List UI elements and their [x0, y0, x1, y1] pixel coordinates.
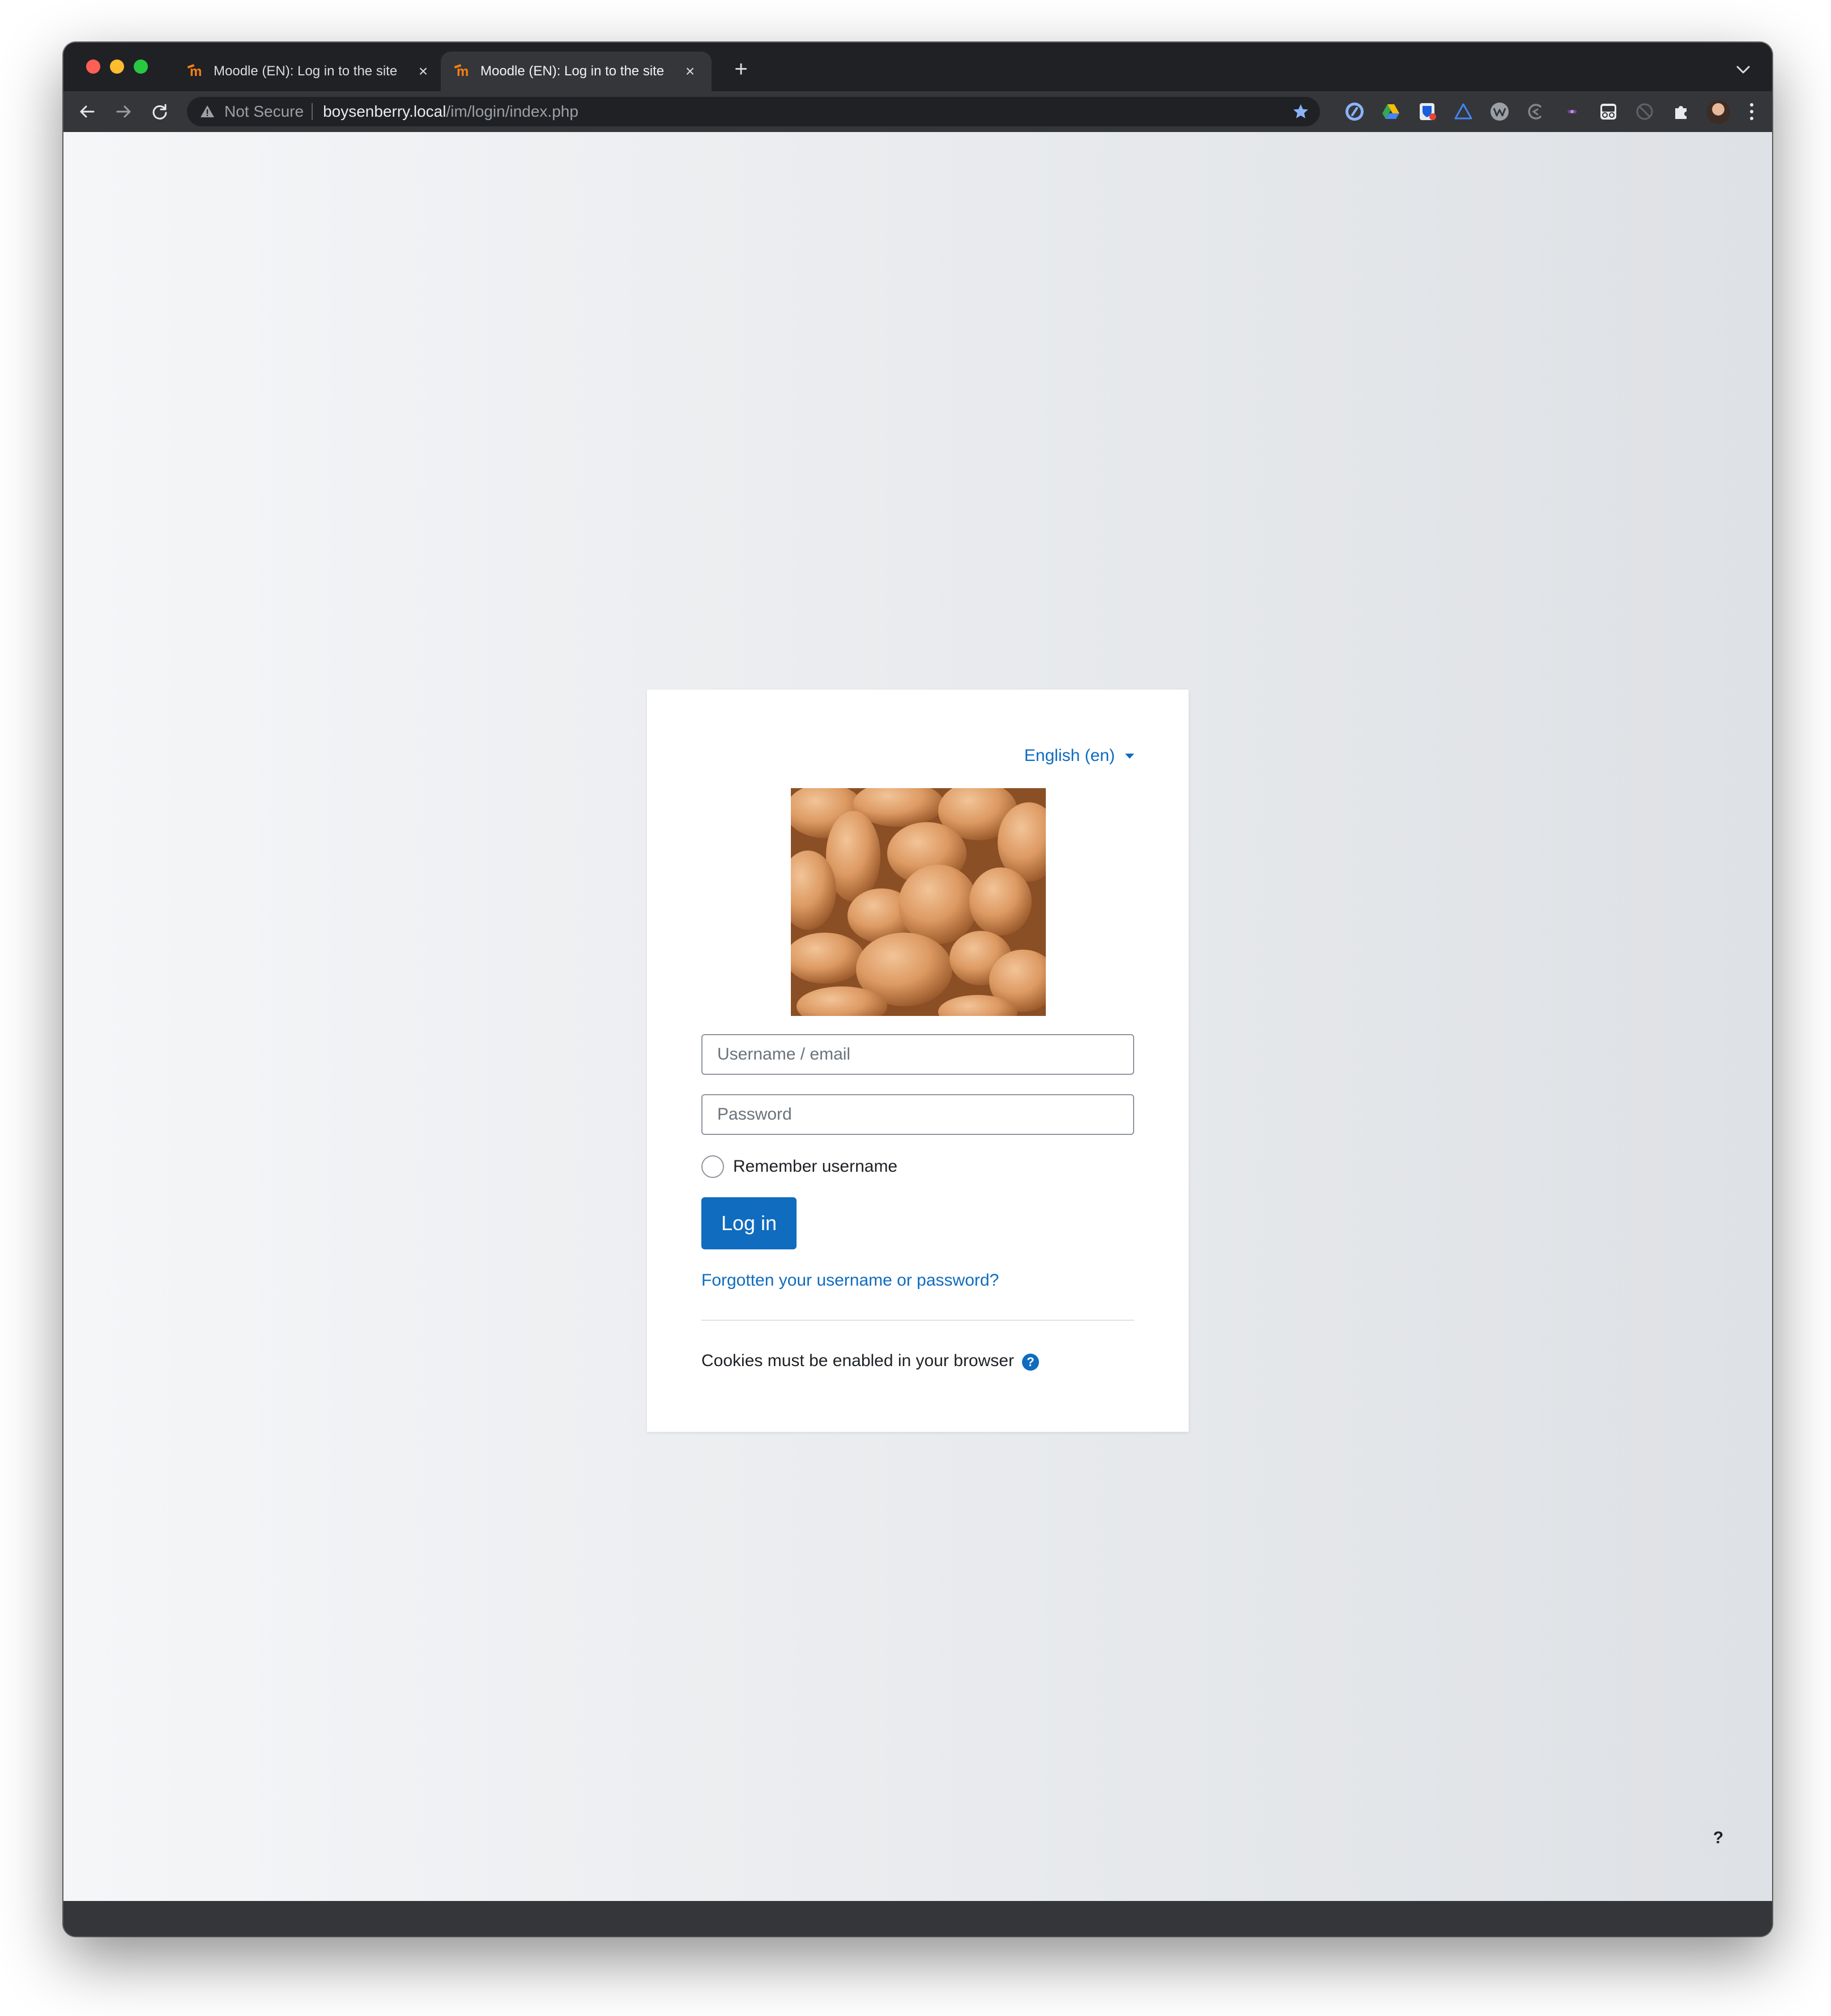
profile-avatar[interactable]: [1706, 100, 1730, 124]
warning-icon: [201, 105, 214, 117]
cookies-notice-text: Cookies must be enabled in your browser: [701, 1351, 1014, 1370]
password-placeholder: Password: [717, 1105, 792, 1124]
cookies-notice: Cookies must be enabled in your browser …: [701, 1351, 1039, 1371]
1password-icon[interactable]: [1344, 101, 1365, 122]
browser-menu-icon[interactable]: [1745, 101, 1758, 122]
close-window-button[interactable]: [86, 59, 100, 74]
google-drive-icon[interactable]: [1381, 101, 1401, 122]
address-separator: [312, 103, 313, 120]
moodle-favicon-icon: m: [454, 64, 471, 79]
triangle-extension-icon[interactable]: [1453, 101, 1474, 122]
close-tab-icon[interactable]: ×: [682, 63, 698, 79]
url-host: boysenberry.local: [323, 103, 446, 120]
forward-button[interactable]: [112, 100, 135, 123]
wappalyzer-icon[interactable]: [1489, 101, 1510, 122]
minimize-window-button[interactable]: [110, 59, 124, 74]
login-button[interactable]: Log in: [701, 1197, 797, 1249]
browser-tab-active[interactable]: m Moodle (EN): Log in to the site ×: [441, 52, 712, 91]
grammar-extension-icon[interactable]: [1526, 101, 1546, 122]
help-button[interactable]: ?: [1697, 1817, 1739, 1859]
glasses-extension-icon[interactable]: [1598, 101, 1619, 122]
forward-arrow-icon: [116, 105, 131, 118]
remember-username-row[interactable]: Remember username: [701, 1155, 897, 1178]
bitwarden-icon[interactable]: [1417, 101, 1437, 122]
reload-icon: [152, 104, 167, 120]
forgot-password-link[interactable]: Forgotten your username or password?: [701, 1271, 999, 1290]
page-viewport: English (en) Username / email Password R…: [63, 132, 1772, 1901]
browser-window: m Moodle (EN): Log in to the site × m Mo…: [63, 42, 1772, 1936]
address-bar[interactable]: Not Secure boysenberry.local/im/login/in…: [187, 97, 1320, 126]
window-bottom-bar: [63, 1901, 1772, 1936]
new-tab-button[interactable]: +: [730, 58, 752, 81]
back-arrow-icon: [80, 105, 95, 118]
tab-search-chevron-icon[interactable]: [1735, 63, 1752, 76]
close-tab-icon[interactable]: ×: [415, 63, 431, 79]
login-card: English (en) Username / email Password R…: [647, 690, 1189, 1432]
remember-username-checkbox[interactable]: [701, 1155, 724, 1178]
username-input[interactable]: Username / email: [701, 1034, 1134, 1075]
tab-title: Moodle (EN): Log in to the site: [480, 63, 665, 79]
tab-strip: m Moodle (EN): Log in to the site × m Mo…: [63, 42, 1772, 91]
browser-tab[interactable]: m Moodle (EN): Log in to the site ×: [174, 52, 445, 91]
site-logo: [791, 788, 1046, 1016]
url-path: /im/login/index.php: [446, 103, 578, 120]
moodle-favicon-icon: m: [187, 64, 205, 79]
username-placeholder: Username / email: [717, 1045, 851, 1064]
grayscale-extension-icon[interactable]: [1634, 101, 1655, 122]
reload-button[interactable]: [148, 100, 171, 123]
remember-username-label: Remember username: [733, 1157, 898, 1176]
browser-toolbar: Not Secure boysenberry.local/im/login/in…: [63, 91, 1772, 132]
question-circle-icon[interactable]: ?: [1021, 1354, 1039, 1371]
dot-extension-icon[interactable]: [1562, 101, 1582, 122]
divider: [701, 1320, 1134, 1321]
language-label: English (en): [1024, 746, 1115, 765]
security-label[interactable]: Not Secure: [224, 103, 304, 121]
password-input[interactable]: Password: [701, 1094, 1134, 1135]
back-button[interactable]: [76, 100, 99, 123]
language-selector[interactable]: English (en): [1024, 746, 1134, 765]
caret-down-icon: [1125, 753, 1134, 759]
puzzle-icon[interactable]: [1671, 101, 1691, 122]
tab-title: Moodle (EN): Log in to the site: [214, 63, 398, 79]
bookmark-star-icon[interactable]: [1292, 103, 1310, 121]
zoom-window-button[interactable]: [134, 59, 148, 74]
